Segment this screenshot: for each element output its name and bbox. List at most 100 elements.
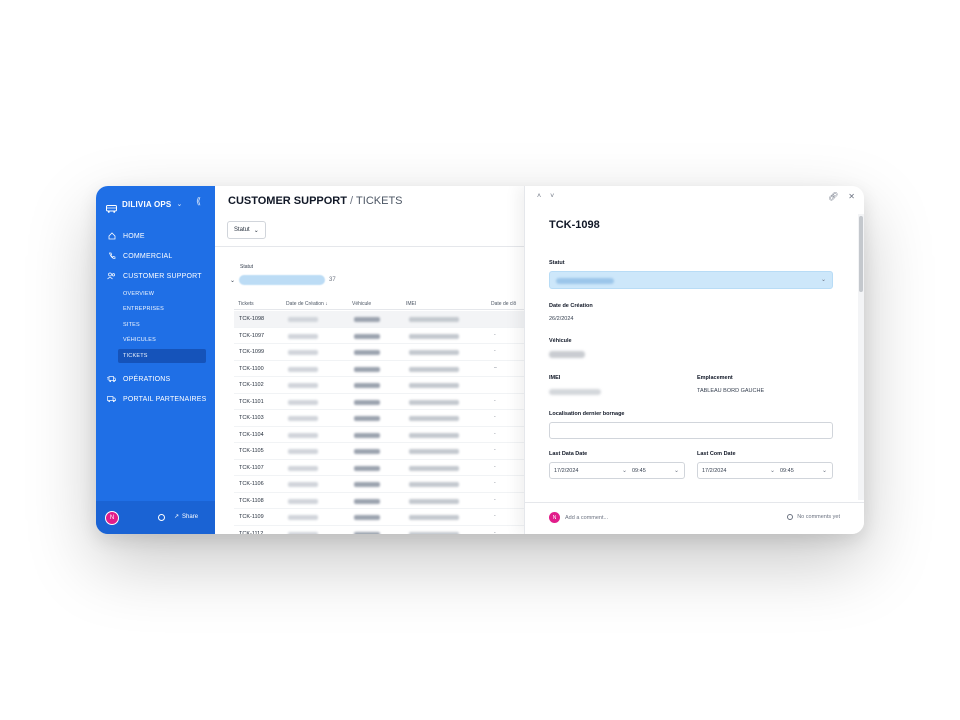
ticket-id[interactable]: TCK-1102 [239,382,264,388]
sidebar-item-commercial[interactable]: COMMERCIAL [96,246,215,266]
table-row[interactable]: TCK-1100 – [234,361,524,377]
ticket-id[interactable]: TCK-1100 [239,366,264,372]
table-row[interactable]: TCK-1102 [234,377,524,394]
share-icon: ↗ [174,514,180,520]
column-header-imei[interactable]: IMEI [406,301,416,307]
bus-icon [106,200,117,213]
sidebar-nav: HOME COMMERCIAL CUSTOMER SUPPORT OVERVIE… [96,226,215,409]
date-cloture-cell: - [494,513,496,519]
chevron-down-icon: ⌄ [176,201,183,208]
table-row[interactable]: TCK-1108 - [234,493,524,509]
chevron-down-icon[interactable]: ⌄ [674,467,679,474]
date-creation-cell [288,350,318,355]
sidebar-item-label: COMMERCIAL [123,252,173,260]
emplacement-value: TABLEAU BORD GAUCHE [697,388,765,394]
chevron-up-icon[interactable]: ˄ [537,193,541,200]
date-cloture-cell: - [494,447,496,453]
table-row[interactable]: TCK-1097 - [234,328,524,344]
ticket-id[interactable]: TCK-1098 [239,316,264,322]
table-row[interactable]: TCK-1112 - [234,526,524,535]
sidebar-subitem-entreprises[interactable]: ENTREPRISES [96,302,215,318]
chevron-down-icon: ⌄ [820,277,826,283]
chevron-down-icon[interactable]: ⌄ [230,277,235,284]
column-header-tickets[interactable]: Tickets [238,301,254,307]
sidebar-item-portail-partenaires[interactable]: PORTAIL PARTENAIRES [96,389,215,409]
phone-icon [107,252,116,261]
sidebar-subitem-overview[interactable]: OVERVIEW [96,286,215,302]
imei-cell [409,449,459,454]
date-cloture-cell: - [494,348,496,354]
date-creation-cell [288,416,318,421]
column-header-date-cloture[interactable]: Date de clô [491,301,516,307]
date-creation-cell [288,449,318,454]
column-header-date-creation[interactable]: Date de Création ↓ [286,301,328,307]
sidebar-item-customer-support[interactable]: CUSTOMER SUPPORT [96,266,215,286]
table-row[interactable]: TCK-1105 - [234,443,524,460]
last-data-time-value[interactable]: 09:45 [632,468,646,474]
last-com-date-value[interactable]: 17/2/2024 [702,468,726,474]
date-creation-cell [288,465,318,471]
sidebar-subitem-tickets[interactable]: TICKETS [118,349,206,363]
ticket-id[interactable]: TCK-1107 [239,465,264,471]
vehicule-value[interactable] [549,351,585,358]
sidebar-subitem-vehicules[interactable]: VÉHICULES [96,333,215,349]
table-row[interactable]: TCK-1099 - [234,344,524,361]
date-cloture-cell: - [494,463,496,470]
sidebar-item-home[interactable]: HOME [96,226,215,246]
workspace-switcher[interactable]: DILIVIA OPS ⌄ [106,196,206,213]
last-data-date-value[interactable]: 17/2/2024 [554,468,578,474]
imei-cell [409,366,459,372]
imei-cell [409,416,459,421]
avatar[interactable]: N [105,510,119,525]
ticket-id[interactable]: TCK-1097 [239,333,264,339]
last-data-date-field[interactable]: 17/2/2024 ⌄ 09:45 ⌄ [549,462,685,479]
ticket-id[interactable]: TCK-1101 [239,399,264,405]
chevron-down-icon[interactable]: ⌄ [822,467,827,474]
ticket-id[interactable]: TCK-1103 [239,415,264,421]
date-cloture-cell: - [494,397,496,404]
group-header[interactable]: ⌄ 37 [230,275,336,285]
statut-select[interactable]: ⌄ [549,271,833,289]
ticket-id[interactable]: TCK-1099 [239,349,264,355]
column-header-vehicule[interactable]: Véhicule [352,301,371,307]
table-row[interactable]: TCK-1101 - [234,394,524,410]
imei-cell [409,383,459,388]
chevron-down-icon[interactable]: ⌄ [770,467,775,474]
table-row[interactable]: TCK-1103 - [234,410,524,427]
table-row[interactable]: TCK-1109 - [234,509,524,526]
date-creation-cell [288,383,318,388]
table-row[interactable]: TCK-1107 - [234,460,524,476]
chevron-down-icon[interactable]: ˅ [550,193,554,200]
sidebar-subitem-sites[interactable]: SITES [96,317,215,333]
last-com-date-field[interactable]: 17/2/2024 ⌄ 09:45 ⌄ [697,462,833,479]
close-icon[interactable]: ✕ [848,192,855,201]
chevron-down-icon[interactable]: ⌄ [622,467,627,474]
localisation-input[interactable] [549,422,833,439]
collapse-sidebar-icon[interactable]: ⟪ [196,196,201,207]
imei-label: IMEI [549,375,561,381]
scrollbar-thumb[interactable] [859,216,863,292]
ticket-id[interactable]: TCK-1104 [239,432,264,438]
link-icon[interactable]: 🔗︎ [828,192,838,201]
filter-label: Statut [234,227,250,233]
table-row[interactable]: TCK-1104 - [234,427,524,443]
breadcrumb-section[interactable]: CUSTOMER SUPPORT [228,195,347,207]
group-count: 37 [329,277,336,283]
table-row[interactable]: TCK-1098 [234,311,524,328]
ticket-detail-panel: ˄ ˅ 🔗︎ ✕ TCK-1098 Statut ⌄ Date de Créat… [524,186,864,534]
sidebar-item-operations[interactable]: OPÉRATIONS [96,369,215,389]
ticket-id[interactable]: TCK-1106 [239,481,264,487]
comment-composer[interactable]: N Add a comment... [549,512,608,523]
ticket-id[interactable]: TCK-1108 [239,498,264,504]
date-creation-cell [288,498,318,504]
statut-filter-button[interactable]: Statut ⌄ [227,221,266,239]
breadcrumb-page: TICKETS [356,195,403,207]
status-ring-icon[interactable] [158,514,165,521]
share-button[interactable]: ↗ Share [174,513,198,521]
ticket-id[interactable]: TCK-1105 [239,448,264,454]
ticket-id[interactable]: TCK-1109 [239,514,264,520]
ticket-id[interactable]: TCK-1112 [239,531,263,535]
table-row[interactable]: TCK-1106 - [234,476,524,493]
last-com-time-value[interactable]: 09:45 [780,468,794,474]
comment-input[interactable]: Add a comment... [565,515,608,521]
